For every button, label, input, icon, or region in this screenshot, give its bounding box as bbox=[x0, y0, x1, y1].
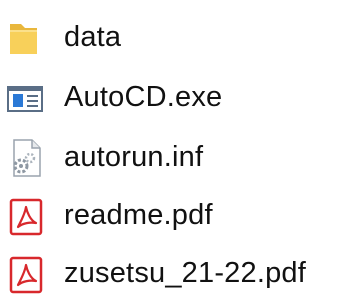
file-name: AutoCD.exe bbox=[64, 81, 223, 113]
folder-icon bbox=[6, 16, 46, 60]
file-name: autorun.inf bbox=[64, 141, 204, 173]
file-item-autocd-exe[interactable]: AutoCD.exe bbox=[0, 72, 350, 124]
file-name: data bbox=[64, 21, 122, 53]
pdf-icon bbox=[6, 252, 46, 296]
pdf-icon bbox=[6, 194, 46, 238]
file-item-zusetsu-pdf[interactable]: zusetsu_21-22.pdf bbox=[0, 248, 350, 300]
file-item-autorun-inf[interactable]: autorun.inf bbox=[0, 132, 350, 184]
settings-file-icon bbox=[6, 136, 46, 180]
file-item-data[interactable]: data bbox=[0, 12, 350, 64]
file-item-readme-pdf[interactable]: readme.pdf bbox=[0, 190, 350, 242]
application-icon bbox=[6, 76, 46, 120]
file-name: readme.pdf bbox=[64, 199, 213, 231]
file-list: data AutoCD.exe autorun.inf readme.pdf z… bbox=[0, 0, 350, 308]
file-name: zusetsu_21-22.pdf bbox=[64, 257, 307, 289]
